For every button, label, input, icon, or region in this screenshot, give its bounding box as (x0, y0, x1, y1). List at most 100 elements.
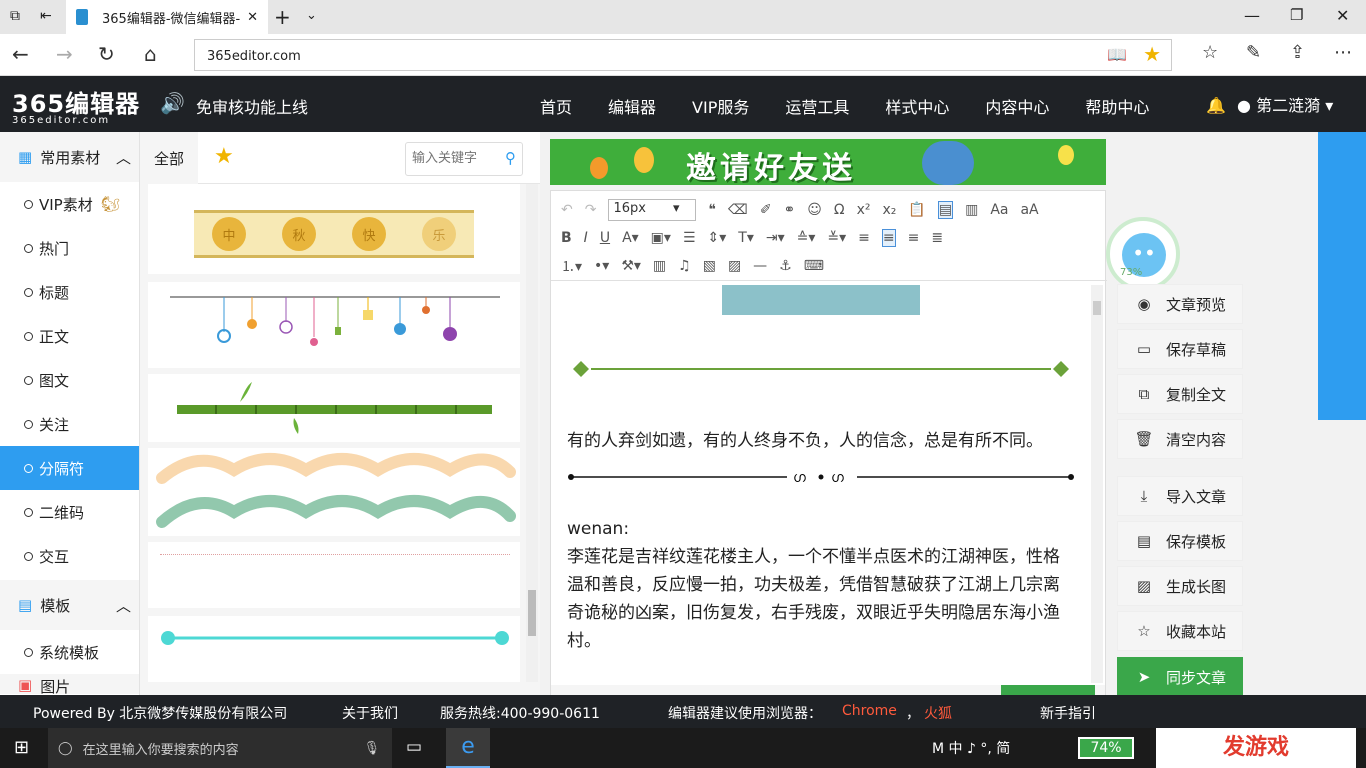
save-draft-button[interactable]: ▭ 保存草稿 (1117, 329, 1243, 369)
indent-icon[interactable]: ⇥▾ (766, 230, 785, 246)
align-right-icon[interactable]: ≡ (908, 230, 920, 246)
line-height-icon[interactable]: ☰ (683, 230, 696, 246)
minimize-icon[interactable]: — (1244, 6, 1260, 25)
background-color-icon[interactable]: ▣▾ (651, 230, 671, 246)
sidebar-item-image-text[interactable]: 图文 (0, 358, 139, 402)
align-center-icon[interactable]: ≡ (881, 228, 896, 247)
bold-icon[interactable]: B (561, 230, 572, 246)
unordered-list-icon[interactable]: •▾ (594, 258, 609, 274)
share-icon[interactable]: ⇪ (1290, 42, 1305, 63)
scrollbar-thumb[interactable] (528, 590, 536, 636)
home-icon[interactable]: ⌂ (144, 42, 157, 66)
announcement-text[interactable]: 免审核功能上线 (196, 94, 308, 118)
favorites-hub-icon[interactable]: ☆ (1202, 42, 1218, 63)
gallery-icon[interactable]: ▨ (728, 258, 741, 274)
subscript-icon[interactable]: x₂ (883, 202, 897, 218)
material-card-bamboo[interactable] (148, 374, 520, 442)
undo-icon[interactable]: ↶ (561, 202, 573, 218)
tab-manager-icon[interactable]: ⧉ (10, 8, 20, 24)
material-scrollbar[interactable] (526, 184, 538, 682)
letter-spacing-icon[interactable]: T▾ (738, 230, 754, 246)
nav-editor[interactable]: 编辑器 (608, 94, 656, 118)
editor-scrollbar[interactable] (1091, 285, 1103, 683)
edge-browser-icon[interactable]: e (446, 728, 490, 768)
material-card-teal-line[interactable] (148, 616, 520, 682)
microphone-icon[interactable]: 🎙 (363, 741, 380, 756)
tab-all[interactable]: 全部 (140, 132, 198, 184)
paragraph-spacing-icon[interactable]: ⇕▾ (708, 230, 727, 246)
scrollbar-thumb[interactable] (1093, 301, 1101, 315)
format-brush-icon[interactable]: ✐ (760, 202, 772, 218)
close-tab-icon[interactable]: ✕ (247, 10, 258, 25)
redo-icon[interactable]: ↷ (585, 202, 597, 218)
site-logo[interactable]: 365编辑器 365editor.com (12, 84, 140, 126)
font-color-icon[interactable]: A▾ (622, 230, 639, 246)
sidebar-item-divider[interactable]: 分隔符 (0, 446, 139, 490)
float-right-icon[interactable]: ▥ (965, 202, 978, 218)
category-common-materials[interactable]: ▦ 常用素材 ︿ (0, 132, 139, 182)
nav-style-center[interactable]: 样式中心 (885, 94, 949, 118)
nav-vip[interactable]: VIP服务 (692, 94, 749, 118)
save-template-button[interactable]: ▤ 保存模板 (1117, 521, 1243, 561)
bookmark-site-button[interactable]: ☆ 收藏本站 (1117, 611, 1243, 651)
floating-chat-widget[interactable]: •• 73% (1106, 217, 1180, 291)
font-family-icon[interactable]: Aa (990, 202, 1008, 218)
favorite-star-icon[interactable]: ★ (1143, 42, 1161, 66)
user-menu[interactable]: 🔔 ● 第二涟漪 ▾ (1206, 92, 1333, 116)
material-card-dotted-line[interactable] (148, 542, 520, 608)
font-size-select[interactable]: 16px ▾ (608, 198, 697, 221)
emoji-icon[interactable]: ☺ (807, 202, 822, 218)
category-images[interactable]: ▣ 图片 (0, 674, 139, 694)
import-article-button[interactable]: ⤓ 导入文章 (1117, 476, 1243, 516)
address-input[interactable]: 365editor.com 📖 ★ (194, 39, 1172, 71)
material-search[interactable]: ⚲ (405, 142, 523, 176)
nav-help-center[interactable]: 帮助中心 (1085, 94, 1149, 118)
window-close-icon[interactable]: ✕ (1336, 6, 1349, 25)
text-case-icon[interactable]: aA (1020, 202, 1038, 218)
blockquote-icon[interactable]: ❝ (708, 202, 716, 218)
nav-content-center[interactable]: 内容中心 (985, 94, 1049, 118)
music-icon[interactable]: ♫ (678, 258, 691, 274)
sidebar-item-interaction[interactable]: 交互 (0, 534, 139, 578)
sidebar-item-system-templates[interactable]: 系统模板 (0, 630, 139, 674)
sidebar-item-follow[interactable]: 关注 (0, 402, 139, 446)
italic-icon[interactable]: I (584, 230, 588, 246)
superscript-icon[interactable]: x² (857, 202, 871, 218)
sidebar-item-qrcode[interactable]: 二维码 (0, 490, 139, 534)
editor-content[interactable]: 有的人弃剑如遗，有的人终身不负，人的信念，总是有所不同。 ഗ ഗ wenan: … (551, 285, 1091, 685)
spacing-top-icon[interactable]: ≙▾ (797, 230, 816, 246)
apply-button[interactable] (1001, 685, 1095, 695)
horizontal-rule-icon[interactable]: — (753, 258, 767, 274)
sync-article-button[interactable]: ➤ 同步文章 (1117, 657, 1243, 697)
reading-view-icon[interactable]: 📖 (1107, 45, 1127, 64)
invite-banner[interactable]: 邀请好友送 (550, 139, 1106, 185)
new-tab-icon[interactable]: + (274, 5, 291, 29)
back-icon[interactable]: ← (12, 42, 29, 66)
paste-icon[interactable]: 📋 (908, 202, 925, 218)
forward-icon[interactable]: → (56, 42, 73, 66)
ordered-list-icon[interactable]: ⒈▾ (561, 256, 582, 276)
preview-article-button[interactable]: ◉ 文章预览 (1117, 284, 1243, 324)
underline-icon[interactable]: U (600, 230, 610, 246)
taskbar-search[interactable]: ◯ 在这里输入你要搜索的内容 🎙 (48, 728, 392, 768)
justify-icon[interactable]: ≣ (931, 230, 943, 246)
spacing-bottom-icon[interactable]: ≚▾ (827, 230, 846, 246)
source-code-icon[interactable]: ⌨ (804, 258, 824, 274)
nav-home[interactable]: 首页 (540, 94, 572, 118)
footer-chrome-link[interactable]: Chrome (842, 703, 897, 719)
anchor-icon[interactable]: ⚓ (779, 258, 792, 274)
search-icon[interactable]: ⚲ (505, 149, 516, 167)
material-card-mooncake[interactable]: 中 秋 快 乐 (148, 184, 520, 274)
copy-all-button[interactable]: ⧉ 复制全文 (1117, 374, 1243, 414)
tools-icon[interactable]: ⚒▾ (621, 258, 641, 274)
link-icon[interactable]: ⚭ (784, 202, 796, 218)
generate-long-image-button[interactable]: ▨ 生成长图 (1117, 566, 1243, 606)
footer-about-link[interactable]: 关于我们 (342, 703, 398, 723)
refresh-icon[interactable]: ↻ (98, 42, 115, 66)
side-promo-panel[interactable] (1318, 132, 1366, 420)
more-menu-icon[interactable]: ⋯ (1334, 42, 1352, 63)
task-view-icon[interactable]: ▭ (406, 737, 422, 757)
nav-ops-tools[interactable]: 运营工具 (785, 94, 849, 118)
sidebar-item-body[interactable]: 正文 (0, 314, 139, 358)
special-char-icon[interactable]: Ω (834, 202, 845, 218)
